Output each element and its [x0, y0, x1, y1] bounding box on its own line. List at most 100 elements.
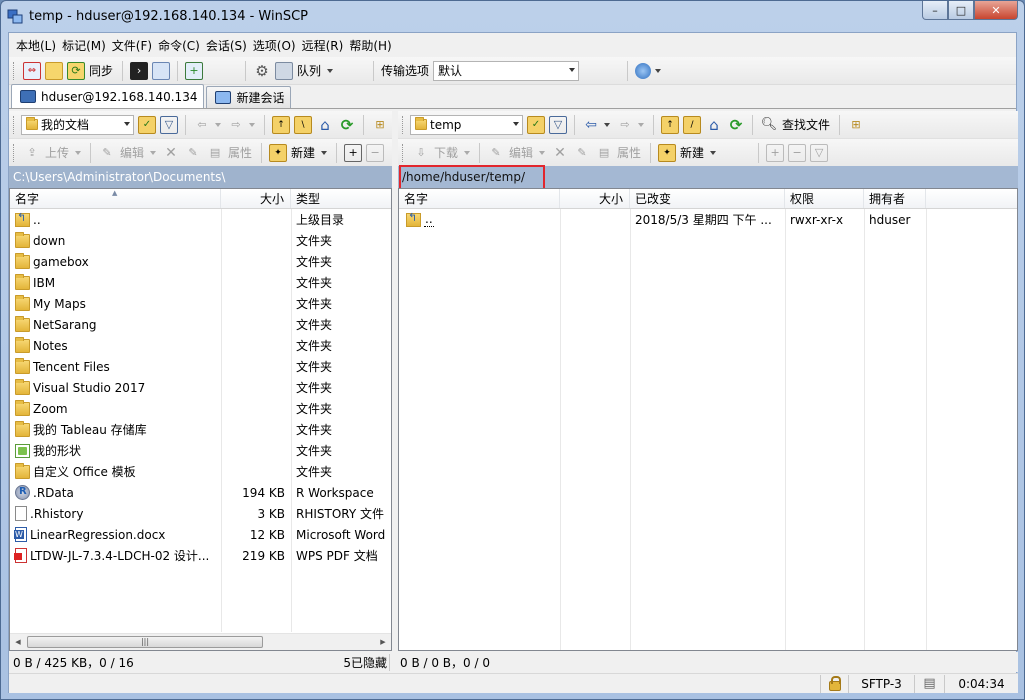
synchronize-browsing-icon[interactable] [45, 61, 63, 80]
filter-icon[interactable]: ▽ [160, 115, 178, 134]
tab-session-hduser[interactable]: hduser@192.168.140.134 [11, 84, 205, 108]
edit-icon[interactable]: ✎ [98, 144, 116, 162]
forward-icon[interactable]: ⇨ [227, 116, 245, 134]
edit-dropdown-icon[interactable] [150, 150, 157, 155]
new-dropdown-icon[interactable] [710, 150, 717, 155]
remote-file-list[interactable]: 名字 大小 已改变 权限 拥有者 .. 2018/5/3 星期四 下午 ... rw… [398, 188, 1018, 651]
properties-icon[interactable]: ▤ [595, 144, 613, 162]
gear-icon[interactable]: ⚙ [253, 62, 271, 80]
download-icon[interactable]: ⇩ [412, 144, 430, 162]
table-row[interactable]: 我的 Tableau 存储库 文件夹 [10, 419, 391, 440]
menu-remote[interactable]: 远程(R) [299, 37, 347, 54]
home-icon[interactable]: ⌂ [705, 116, 723, 134]
menu-commands[interactable]: 命令(C) [155, 37, 203, 54]
forward-dropdown-icon[interactable] [249, 122, 255, 127]
queue-icon[interactable] [275, 61, 294, 80]
rename-icon[interactable]: ✎ [184, 144, 202, 162]
new-folder-icon[interactable]: ✦ [269, 143, 288, 162]
toolbar-grip[interactable] [402, 115, 406, 134]
find-files-icon[interactable]: 🔍︎ [760, 116, 778, 134]
terminal-icon[interactable]: › [130, 61, 149, 80]
table-row[interactable]: .. 上级目录 [10, 209, 391, 230]
local-location-select[interactable]: 我的文档 [21, 114, 134, 135]
transfer-settings-select[interactable]: 默认 [433, 60, 580, 81]
new-button[interactable]: 新建 [291, 144, 315, 161]
column-size[interactable]: 大小 [221, 189, 291, 208]
back-icon[interactable]: ⇦ [193, 116, 211, 134]
open-folder-icon[interactable]: ✓ [527, 115, 545, 134]
minimize-button[interactable]: – [922, 1, 948, 20]
title-bar[interactable]: temp - hduser@192.168.140.134 - WinSCP –… [1, 1, 1024, 31]
column-changed[interactable]: 已改变 [630, 189, 785, 208]
table-row[interactable]: Tencent Files 文件夹 [10, 356, 391, 377]
add-session-icon[interactable]: + [185, 61, 204, 80]
back-icon[interactable]: ⇦ [582, 116, 600, 134]
forward-dropdown-icon[interactable] [638, 122, 644, 127]
new-button[interactable]: 新建 [680, 144, 704, 161]
remote-location-select[interactable]: temp [410, 114, 523, 135]
column-name[interactable]: 名字 ▲ [10, 189, 221, 208]
unselect-icon[interactable]: − [366, 143, 385, 162]
open-folder-icon[interactable]: ✓ [138, 115, 156, 134]
forward-icon[interactable]: ⇨ [616, 116, 634, 134]
upload-dropdown-icon[interactable] [75, 150, 82, 155]
parent-directory-icon[interactable]: ↑ [272, 115, 290, 134]
maximize-button[interactable]: □ [948, 1, 974, 20]
globe-dropdown-icon[interactable] [655, 68, 662, 73]
unselect-icon[interactable]: − [788, 143, 807, 162]
queue-button[interactable]: 队列 [297, 62, 321, 79]
properties-button[interactable]: 属性 [228, 144, 252, 161]
menu-help[interactable]: 帮助(H) [346, 37, 394, 54]
sync-button[interactable]: 同步 [89, 62, 113, 79]
table-row[interactable]: Visual Studio 2017 文件夹 [10, 377, 391, 398]
menu-options[interactable]: 选项(O) [250, 37, 299, 54]
menu-session[interactable]: 会话(S) [203, 37, 250, 54]
table-row[interactable]: LTDW-JL-7.3.4-LDCH-02 设计... 219 KB WPS PDF… [10, 545, 391, 566]
home-icon[interactable]: ⌂ [316, 116, 334, 134]
root-directory-icon[interactable]: / [683, 115, 701, 134]
column-name[interactable]: 名字 [399, 189, 560, 208]
putty-icon[interactable] [152, 61, 171, 80]
globe-icon[interactable] [635, 62, 652, 79]
compare-directories-icon[interactable]: ⇔ [23, 61, 41, 80]
network-icon[interactable]: ▤ [914, 674, 944, 693]
delete-icon[interactable]: ✕ [162, 144, 180, 162]
menu-mark[interactable]: 标记(M) [59, 37, 109, 54]
remote-path-bar[interactable]: /home/hduser/temp/ [398, 165, 1018, 192]
new-dropdown-icon[interactable] [321, 150, 328, 155]
edit-button[interactable]: 编辑 [120, 144, 144, 161]
close-button[interactable]: ✕ [974, 1, 1018, 20]
upload-button[interactable]: 上传 [45, 144, 69, 161]
tree-view-icon[interactable]: ⊞ [371, 116, 389, 134]
local-file-list[interactable]: 名字▲ 大小 类型 ..上级目录down文件夹gamebox文件夹IBM文件夹M… [9, 188, 392, 651]
select-all-icon[interactable]: + [344, 143, 363, 162]
toolbar-grip[interactable] [402, 143, 406, 162]
refresh-icon[interactable]: ⟳ [338, 116, 356, 134]
select-all-icon[interactable]: + [766, 143, 785, 162]
properties-button[interactable]: 属性 [617, 144, 641, 161]
root-directory-icon[interactable]: \ [294, 115, 312, 134]
delete-icon[interactable]: ✕ [551, 144, 569, 162]
lock-icon[interactable] [820, 674, 848, 693]
properties-icon[interactable]: ▤ [206, 144, 224, 162]
new-folder-icon[interactable]: ✦ [658, 143, 677, 162]
refresh-icon[interactable]: ⟳ [727, 116, 745, 134]
column-type[interactable]: 类型 [291, 189, 391, 208]
table-row[interactable]: NetSarang 文件夹 [10, 314, 391, 335]
menu-files[interactable]: 文件(F) [109, 37, 155, 54]
back-dropdown-icon[interactable] [604, 122, 610, 127]
edit-dropdown-icon[interactable] [539, 150, 546, 155]
table-row[interactable]: .. 2018/5/3 星期四 下午 ... rwxr-xr-x hduser [399, 209, 1017, 230]
filter-select-icon[interactable]: ▽ [810, 143, 829, 162]
edit-icon[interactable]: ✎ [487, 144, 505, 162]
scroll-left-icon[interactable]: ◀ [10, 635, 26, 650]
find-files-button[interactable]: 查找文件 [782, 116, 830, 133]
table-row[interactable]: gamebox 文件夹 [10, 251, 391, 272]
menu-local[interactable]: 本地(L) [13, 37, 59, 54]
edit-button[interactable]: 编辑 [509, 144, 533, 161]
parent-directory-icon[interactable]: ↑ [661, 115, 679, 134]
protocol-status[interactable]: SFTP-3 [848, 674, 914, 693]
column-rights[interactable]: 权限 [785, 189, 864, 208]
table-row[interactable]: 我的形状 文件夹 [10, 440, 391, 461]
column-size[interactable]: 大小 [560, 189, 630, 208]
